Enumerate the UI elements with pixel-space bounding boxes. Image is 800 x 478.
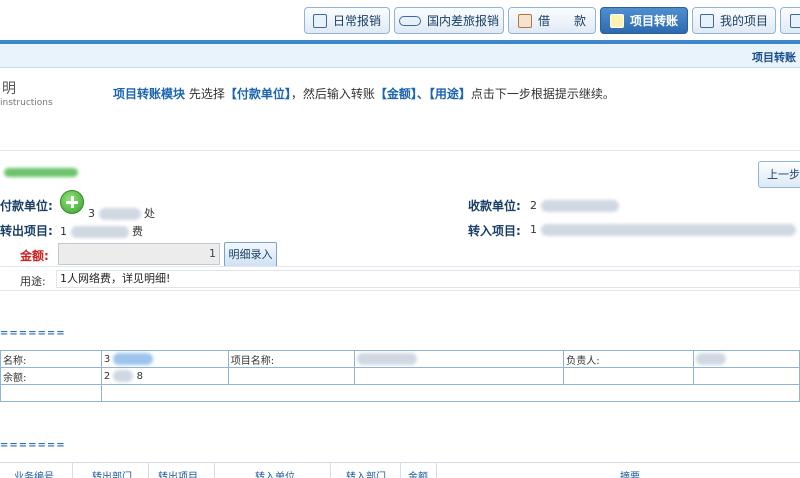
- tab-project-transfer[interactable]: 项目转账: [600, 7, 688, 34]
- top-tab-bar: 日常报销 国内差旅报销 借 款 项目转账 我的项目: [0, 0, 800, 40]
- detail-entry-button[interactable]: 明细录入: [224, 242, 277, 267]
- tab-label: 我的项目: [719, 14, 768, 28]
- table-cell: 负责人:: [563, 350, 695, 368]
- redacted-text: [113, 353, 154, 365]
- transfer-list-header: 业务编号 转出部门 转出项目 转入单位 转入部门 金额 摘要: [0, 462, 800, 478]
- balance-suffix: 8: [136, 371, 143, 382]
- tab-more[interactable]: [780, 7, 800, 34]
- out-project-prefix: 1: [60, 225, 67, 238]
- redacted-text: [540, 224, 796, 236]
- table-cell: [353, 367, 565, 385]
- out-project-label: 转出项目:: [0, 224, 53, 238]
- table-cell: 3: [100, 350, 229, 368]
- column-header: 转出项目: [158, 472, 198, 478]
- out-project-suffix: 费: [132, 225, 143, 238]
- instruction-highlight: 【付款单位】: [224, 87, 291, 101]
- name-value: 3: [103, 354, 111, 365]
- payer-value-prefix: 3: [88, 207, 95, 220]
- redacted-text: [696, 353, 727, 365]
- redacted-step-title: [4, 168, 78, 177]
- column-divider: [214, 463, 215, 478]
- column-divider: [436, 463, 437, 478]
- instruction-part: ，然后输入转账: [290, 87, 375, 101]
- transfer-icon: [609, 13, 624, 28]
- section-divider-text: =======: [0, 328, 66, 339]
- column-header: 金额: [408, 472, 428, 478]
- more-icon: [790, 13, 800, 28]
- payee-value-prefix: 2: [530, 199, 537, 212]
- payee-label: 收款单位:: [468, 199, 521, 213]
- section-divider: [0, 150, 800, 151]
- balance-value: 2: [103, 371, 111, 382]
- instructions-text: 项目转账模块 先选择【付款单位】，然后输入转账【金额】、【用途】点击下一步根据提…: [113, 85, 615, 102]
- tab-label: 国内差旅报销: [426, 14, 499, 28]
- loan-icon: [517, 13, 532, 28]
- add-payer-icon[interactable]: [60, 190, 84, 214]
- instructions-title: 明: [2, 81, 16, 97]
- redacted-text: [98, 208, 141, 220]
- table-cell: [563, 367, 695, 385]
- list-icon: [699, 13, 714, 28]
- breadcrumb-bar: 项目转账: [0, 44, 800, 68]
- tab-loan[interactable]: 借 款: [508, 7, 596, 34]
- tab-label: 日常报销: [332, 14, 381, 28]
- payer-value: 3 处: [88, 205, 155, 221]
- column-divider: [148, 463, 149, 478]
- prev-step-button[interactable]: 上一步: [758, 161, 800, 188]
- train-icon: [398, 15, 421, 26]
- redacted-text: [113, 370, 134, 382]
- column-header: 转入部门: [346, 472, 386, 478]
- column-header: 转出部门: [92, 472, 132, 478]
- table-cell: [693, 367, 800, 385]
- purpose-input[interactable]: 1人网络费，详见明细!: [56, 270, 800, 288]
- instructions-subtitle: instructions: [0, 98, 53, 108]
- purpose-label: 用途:: [20, 275, 46, 288]
- tab-label: 借 款: [537, 14, 586, 28]
- payee-value: 2: [530, 199, 619, 212]
- out-project-value: 1 费: [60, 223, 143, 239]
- payer-label: 付款单位:: [0, 199, 53, 213]
- in-project-label: 转入项目:: [468, 224, 521, 238]
- table-cell: [227, 367, 355, 385]
- table-cell: [693, 350, 800, 368]
- column-header: 摘要: [620, 472, 640, 478]
- in-project-value: 1: [530, 223, 796, 236]
- table-cell: 名称:: [0, 350, 102, 368]
- tab-label: 项目转账: [629, 14, 678, 28]
- in-project-prefix: 1: [530, 223, 537, 236]
- column-header: 转入单位: [255, 472, 295, 478]
- table-cell: 项目名称:: [227, 350, 355, 368]
- column-divider: [72, 463, 73, 478]
- column-divider: [330, 463, 331, 478]
- table-row: 名称: 3 项目名称: 负责人:: [0, 350, 800, 368]
- redacted-text: [356, 353, 417, 365]
- payer-value-suffix: 处: [144, 207, 155, 220]
- instruction-part: 先选择: [185, 87, 225, 101]
- table-cell: 2 8: [100, 367, 229, 385]
- instruction-highlight: 【金额】、【用途】: [374, 87, 471, 101]
- tab-my-projects[interactable]: 我的项目: [692, 7, 776, 34]
- breadcrumb: 项目转账: [752, 51, 796, 64]
- module-name: 项目转账模块: [113, 87, 186, 101]
- section-divider-text: =======: [0, 440, 66, 451]
- tab-domestic-travel[interactable]: 国内差旅报销: [394, 7, 504, 34]
- table-row: 余额: 2 8: [0, 367, 800, 385]
- column-divider: [400, 463, 401, 478]
- table-cell: [0, 384, 102, 402]
- tab-daily-reimbursement[interactable]: 日常报销: [304, 7, 390, 34]
- document-icon: [312, 13, 327, 28]
- project-info-table: 名称: 3 项目名称: 负责人: 余额: 2 8: [0, 350, 800, 402]
- table-row: [0, 384, 800, 402]
- table-cell: [100, 384, 800, 402]
- redacted-text: [540, 200, 619, 212]
- instruction-part: 点击下一步根据提示继续。: [470, 87, 615, 101]
- redacted-text: [70, 226, 129, 238]
- table-cell: 余额:: [0, 367, 102, 385]
- column-header: 业务编号: [14, 472, 54, 478]
- amount-input[interactable]: 1: [58, 243, 220, 265]
- table-cell: [353, 350, 565, 368]
- amount-label: 金额:: [20, 249, 49, 263]
